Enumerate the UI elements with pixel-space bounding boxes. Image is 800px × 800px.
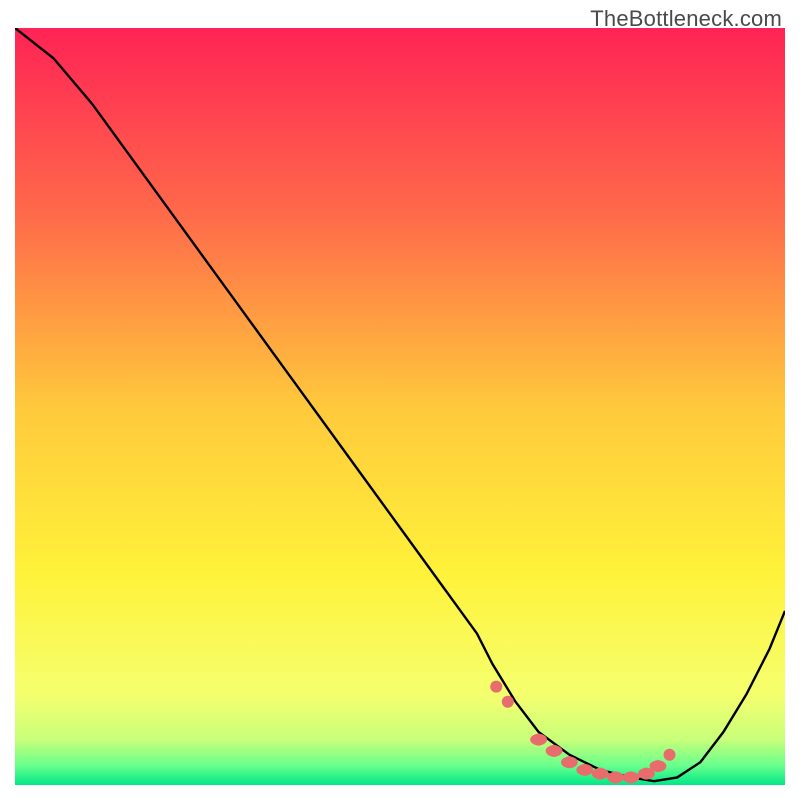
- marker-point: [652, 760, 664, 772]
- marker-point: [664, 749, 676, 761]
- marker-point: [640, 768, 652, 780]
- plot-area: [15, 28, 785, 785]
- marker-point: [594, 768, 606, 780]
- marker-point: [625, 771, 637, 783]
- marker-point: [548, 745, 560, 757]
- marker-point: [490, 681, 502, 693]
- marker-point: [502, 696, 514, 708]
- gradient-background: [15, 28, 785, 785]
- marker-point: [533, 734, 545, 746]
- marker-point: [563, 756, 575, 768]
- chart-container: TheBottleneck.com: [0, 0, 800, 800]
- bottleneck-curve-chart: [15, 28, 785, 785]
- marker-point: [579, 764, 591, 776]
- marker-point: [610, 771, 622, 783]
